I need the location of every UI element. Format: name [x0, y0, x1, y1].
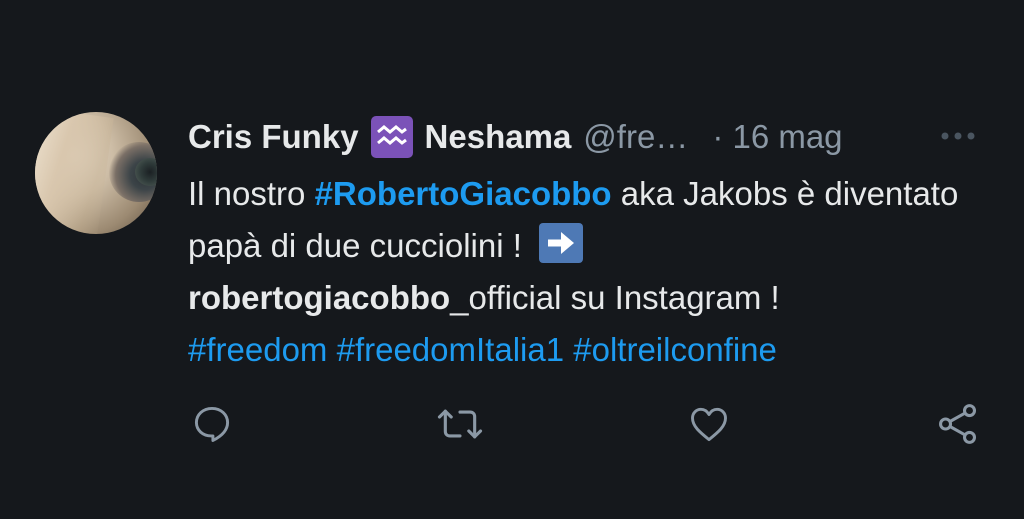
mention-link[interactable]: robertogiacobbo — [188, 279, 450, 316]
avatar-eye — [135, 158, 157, 186]
hashtag-link[interactable]: #oltreilconfine — [573, 331, 777, 368]
avatar-hair — [35, 112, 114, 234]
retweet-icon[interactable] — [436, 400, 484, 448]
tweet-timestamp[interactable]: · 16 mag — [712, 118, 842, 156]
share-icon[interactable] — [934, 400, 982, 448]
text-part: Il nostro — [188, 175, 315, 212]
tweet-actions — [0, 400, 1024, 450]
author-name-suffix[interactable]: Neshama — [425, 118, 572, 156]
more-horizontal-icon[interactable] — [938, 128, 978, 144]
right-arrow-emoji-icon — [539, 223, 584, 263]
tweet-text: Il nostro #RobertoGiacobbo aka Jakobs è … — [188, 168, 988, 376]
heart-icon[interactable] — [685, 400, 733, 448]
text-part: _official su Instagram ! — [450, 279, 780, 316]
hashtag-link[interactable]: #freedomItalia1 — [337, 331, 564, 368]
tweet-card[interactable]: Cris Funky Neshama @fre… · 16 mag Il nos… — [0, 0, 1024, 519]
avatar[interactable] — [35, 112, 157, 234]
tweet-header: Cris Funky Neshama @fre… · 16 mag — [188, 112, 843, 162]
author-handle[interactable]: @fre… — [583, 118, 688, 156]
author-name[interactable]: Cris Funky — [188, 118, 359, 156]
hashtag-link[interactable]: #RobertoGiacobbo — [315, 175, 612, 212]
reply-icon[interactable] — [188, 400, 236, 448]
aquarius-sign-icon — [370, 116, 413, 158]
hashtag-link[interactable]: #freedom — [188, 331, 327, 368]
